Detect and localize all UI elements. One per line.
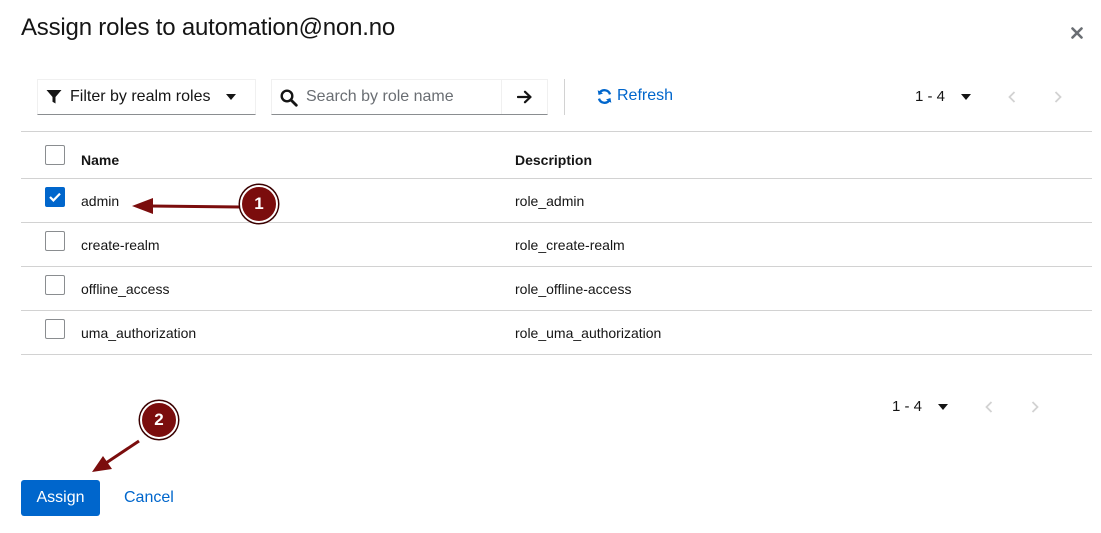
previous-page-button[interactable] bbox=[1008, 90, 1016, 103]
pagination-bottom: 1 - 4 bbox=[892, 398, 1039, 415]
next-page-button[interactable] bbox=[1031, 400, 1039, 413]
caret-down-icon bbox=[226, 94, 236, 100]
close-button[interactable] bbox=[1066, 22, 1088, 44]
filter-dropdown[interactable]: Filter by realm roles bbox=[37, 79, 256, 115]
role-description: role_offline-access bbox=[515, 281, 632, 297]
row-checkbox[interactable] bbox=[45, 231, 65, 251]
chevron-right-icon bbox=[1031, 400, 1039, 413]
role-name: admin bbox=[81, 193, 120, 209]
role-description: role_create-realm bbox=[515, 237, 625, 253]
per-page-toggle[interactable] bbox=[938, 403, 949, 410]
caret-down-icon bbox=[938, 403, 949, 410]
table-row[interactable]: create-realm role_create-realm bbox=[21, 223, 1092, 267]
role-name: create-realm bbox=[81, 237, 160, 253]
pagination-top: 1 - 4 bbox=[915, 88, 1062, 105]
sync-icon bbox=[597, 88, 612, 104]
per-page-toggle[interactable] bbox=[961, 93, 972, 100]
pagination-range: 1 - 4 bbox=[915, 88, 946, 105]
annotation-arrow-2 bbox=[92, 439, 140, 472]
row-checkbox[interactable] bbox=[45, 275, 65, 295]
toolbar-divider bbox=[564, 79, 565, 115]
search-box bbox=[271, 79, 548, 115]
search-submit-button[interactable] bbox=[501, 80, 548, 114]
role-name: uma_authorization bbox=[81, 325, 197, 341]
chevron-left-icon bbox=[985, 400, 993, 413]
dialog-title: Assign roles to automation@non.no bbox=[21, 14, 395, 41]
chevron-left-icon bbox=[1008, 90, 1016, 103]
roles-table: Name Description admin role_admin create… bbox=[21, 131, 1092, 355]
cancel-button[interactable]: Cancel bbox=[114, 480, 184, 516]
arrow-right-icon bbox=[517, 90, 532, 104]
step-badge-2: 2 bbox=[140, 401, 178, 439]
table-row[interactable]: offline_access role_offline-access bbox=[21, 267, 1092, 311]
table-header-row: Name Description bbox=[21, 131, 1092, 179]
role-name: offline_access bbox=[81, 281, 170, 297]
column-header-name: Name bbox=[81, 152, 120, 168]
filter-icon bbox=[46, 90, 62, 104]
previous-page-button[interactable] bbox=[985, 400, 993, 413]
assign-button[interactable]: Assign bbox=[21, 480, 100, 516]
caret-down-icon bbox=[961, 93, 972, 100]
row-checkbox[interactable] bbox=[45, 319, 65, 339]
select-all-checkbox[interactable] bbox=[45, 145, 65, 165]
refresh-button[interactable]: Refresh bbox=[596, 87, 673, 105]
role-description: role_uma_authorization bbox=[515, 325, 662, 341]
chevron-right-icon bbox=[1054, 90, 1062, 103]
table-row[interactable]: uma_authorization role_uma_authorization bbox=[21, 311, 1092, 355]
search-icon bbox=[280, 89, 298, 107]
table-row[interactable]: admin role_admin bbox=[21, 179, 1092, 223]
pagination-range: 1 - 4 bbox=[892, 398, 923, 415]
checkmark-icon bbox=[49, 192, 61, 202]
close-icon bbox=[1071, 27, 1083, 39]
column-header-description: Description bbox=[515, 152, 593, 168]
search-input[interactable] bbox=[304, 84, 499, 110]
row-checkbox[interactable] bbox=[45, 187, 65, 207]
filter-label: Filter by realm roles bbox=[70, 88, 211, 105]
next-page-button[interactable] bbox=[1054, 90, 1062, 103]
step-badge-1: 1 bbox=[240, 185, 278, 223]
role-description: role_admin bbox=[515, 193, 585, 209]
refresh-label: Refresh bbox=[617, 87, 674, 104]
